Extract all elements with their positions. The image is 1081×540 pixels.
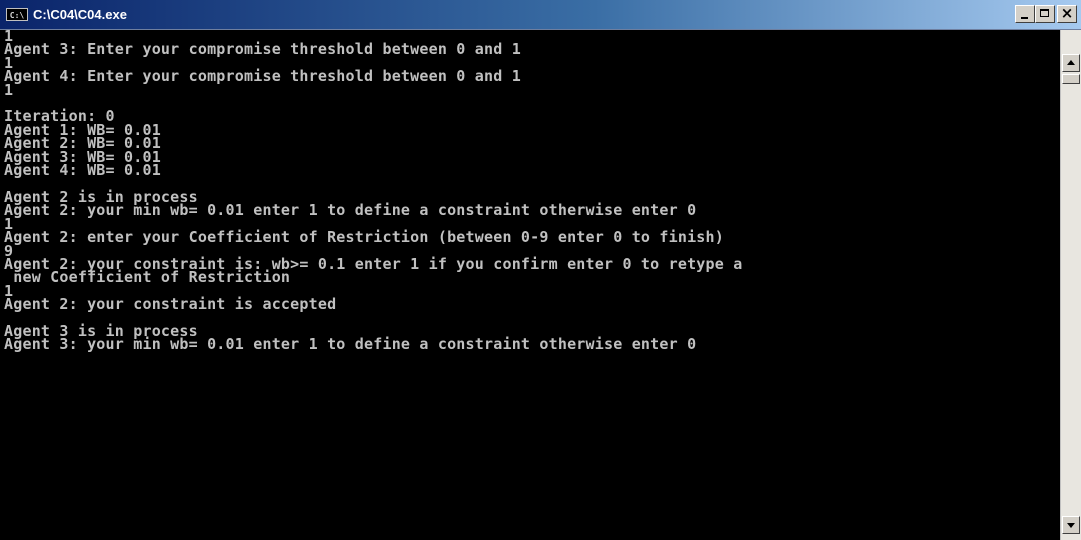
chevron-up-icon xyxy=(1067,60,1075,65)
minimize-button[interactable] xyxy=(1015,5,1035,23)
console-window: C:\ C:\C04\C04.exe × 1 Agent 3: Enter you… xyxy=(0,0,1081,540)
window-title: C:\C04\C04.exe xyxy=(33,7,127,22)
console-line: Agent 2: enter your Coefficient of Restr… xyxy=(4,228,724,247)
chevron-down-icon xyxy=(1067,523,1075,528)
close-icon: × xyxy=(1060,4,1074,22)
console-line: Agent 3: WB= 0.01 xyxy=(4,147,161,166)
minimize-icon xyxy=(1021,17,1028,19)
console-text: 1 Agent 3: Enter your compromise threshol… xyxy=(0,30,1060,352)
title-bar[interactable]: C:\ C:\C04\C04.exe × xyxy=(0,0,1081,30)
console-line: Iteration: 0 xyxy=(4,107,115,126)
console-line: Agent 3: your min wb= 0.01 enter 1 to de… xyxy=(4,335,697,354)
console-line: 1 xyxy=(4,80,14,99)
console-line: Agent 2: your min wb= 0.01 enter 1 to de… xyxy=(4,201,697,220)
console-line: new Coefficient of Restriction xyxy=(4,268,291,287)
console-line: Agent 1: WB= 0.01 xyxy=(4,120,161,139)
close-button[interactable]: × xyxy=(1057,5,1077,23)
vertical-scrollbar[interactable] xyxy=(1060,30,1081,540)
console-icon[interactable]: C:\ xyxy=(6,8,28,21)
scroll-up-button[interactable] xyxy=(1062,54,1080,72)
console-line: Agent 3: Enter your compromise threshold… xyxy=(4,40,521,59)
maximize-icon xyxy=(1040,9,1049,17)
scroll-thumb[interactable] xyxy=(1062,74,1080,84)
console-output[interactable]: 1 Agent 3: Enter your compromise threshol… xyxy=(0,30,1060,540)
scroll-down-button[interactable] xyxy=(1062,516,1080,534)
maximize-button[interactable] xyxy=(1035,5,1055,23)
console-line: Agent 4: Enter your compromise threshold… xyxy=(4,67,521,86)
console-line: Agent 2: your constraint is accepted xyxy=(4,295,337,314)
console-line: Agent 4: WB= 0.01 xyxy=(4,161,161,180)
console-line: Agent 2: WB= 0.01 xyxy=(4,134,161,153)
